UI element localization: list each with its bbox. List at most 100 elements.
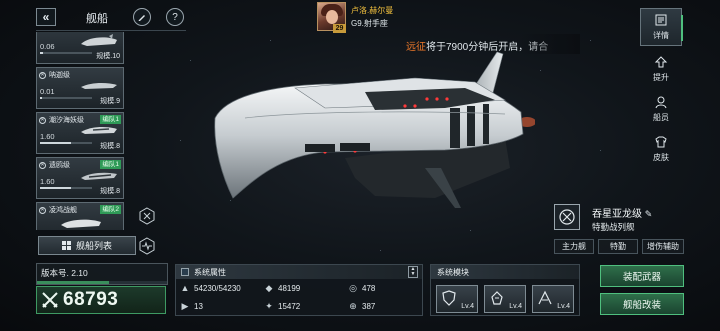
combat-power-value: 68793 xyxy=(63,289,119,310)
module-level: Lv.4 xyxy=(557,303,570,310)
grid-icon xyxy=(61,241,71,250)
notice-fade xyxy=(520,34,580,54)
commander-rank: G9.射手座 xyxy=(351,19,388,28)
ship-card-scale: 规模.8 xyxy=(100,188,120,195)
notice-highlight: 远征 xyxy=(406,42,426,53)
ship-card[interactable]: 0.06 规模.10 xyxy=(36,32,124,64)
ship-card[interactable]: ✕ 潮汐海妖级 编队1 1.60 规模.8 xyxy=(36,112,124,154)
ship-card-progress xyxy=(40,187,92,189)
page-title: 舰船 xyxy=(86,13,108,25)
version-progress xyxy=(37,281,167,284)
ship-card-value: 0.06 xyxy=(40,42,55,51)
back-button[interactable]: « xyxy=(36,8,56,26)
ship-type: 特勤战列舰 xyxy=(592,222,635,232)
attribute-value: 478 xyxy=(362,283,376,293)
attributes-sort-button[interactable]: ▲ ▼ xyxy=(408,266,418,278)
system-attributes-header: 系统属性 ▲ ▼ xyxy=(176,265,422,279)
ship-class-icon: ✕ xyxy=(39,116,46,124)
boost-module-icon xyxy=(538,290,552,305)
crew-icon xyxy=(655,96,667,109)
question-icon: ? xyxy=(172,11,178,23)
module-slot-3[interactable]: Lv.4 xyxy=(532,285,574,313)
attribute-target: ⊕ 387 xyxy=(348,301,375,311)
ship-class-icon: ✕ xyxy=(39,161,46,169)
version-panel: 版本号. 2.10 xyxy=(36,263,168,285)
ship-card-progress-fill xyxy=(40,97,42,99)
refit-button[interactable]: 舰船改装 xyxy=(600,293,684,315)
ship-list[interactable]: 0.06 规模.10 ✕ 呐迦级 0.01 规模.9 ✕ 潮汐海妖级 编队1 1.6… xyxy=(36,32,126,230)
attribute-firepower: ✦ 15472 xyxy=(264,301,300,311)
ship-card[interactable]: ✕ 遗鸥级 编队1 1.60 规模.8 xyxy=(36,157,124,199)
module-slot-2[interactable]: Lv.4 xyxy=(484,285,526,313)
crossed-swords-icon xyxy=(42,292,58,308)
equip-weapons-button[interactable]: 装配武器 xyxy=(600,265,684,287)
attribute-armor: ◆ 48199 xyxy=(264,282,301,293)
role-tag: 主力舰 xyxy=(554,239,594,254)
module-level: Lv.4 xyxy=(461,303,474,310)
tab-label: 皮肤 xyxy=(653,153,669,162)
fist-module-icon xyxy=(491,291,503,305)
attribute-value: 13 xyxy=(194,301,203,311)
ship-class-name-text: 吞星亚龙级 xyxy=(592,209,642,220)
ship-card-value: 1.60 xyxy=(40,177,55,186)
role-tag: 特勤 xyxy=(598,239,638,254)
ship-card-scale: 规模.8 xyxy=(100,143,120,150)
attribute-value: 387 xyxy=(362,301,376,311)
tab-label: 详情 xyxy=(653,31,669,40)
upgrade-icon xyxy=(654,56,668,68)
armor-icon: ◆ xyxy=(265,282,273,293)
combat-power-panel: 68793 xyxy=(36,286,166,314)
formation-toggle-button[interactable] xyxy=(137,206,157,226)
right-nav: 详情 提升 船员 皮肤 xyxy=(640,4,683,172)
help-button[interactable]: ? xyxy=(166,8,184,26)
system-modules-panel: 系统模块 Lv.4 Lv.4 Lv.4 xyxy=(430,264,580,316)
game-screen: « 舰船 ? 29 卢洛.赫尔曼 G9.射手座 远征将于7900分钟后开启，请合… xyxy=(0,0,720,331)
tab-label: 提升 xyxy=(653,73,669,82)
role-tag: 增伤辅助 xyxy=(642,239,684,254)
attribute-value: 15472 xyxy=(278,301,301,311)
system-modules-title: 系统模块 xyxy=(431,265,579,279)
system-attributes-title: 系统属性 xyxy=(194,267,226,277)
sort-down-icon: ▼ xyxy=(410,271,416,277)
version-progress-fill xyxy=(37,281,109,284)
shield-icon: ◎ xyxy=(349,282,357,293)
ship-card-progress xyxy=(40,142,92,144)
tab-label: 船员 xyxy=(653,113,669,122)
ship-thumbnail xyxy=(81,82,117,89)
ship-card-progress xyxy=(40,52,92,54)
module-slot-1[interactable]: Lv.4 xyxy=(436,285,478,313)
ship-card-scale: 规模.9 xyxy=(100,98,120,105)
ship-card[interactable]: ✕ 凌鸿战舰 编队2 xyxy=(36,202,124,230)
signal-button[interactable] xyxy=(137,236,157,256)
edit-button[interactable] xyxy=(133,8,151,26)
firepower-icon: ✦ xyxy=(265,300,273,311)
ship-thumbnail xyxy=(81,34,117,46)
ship-class-icon xyxy=(559,209,575,225)
tab-crew[interactable]: 船员 xyxy=(640,90,682,128)
ship-card[interactable]: ✕ 呐迦级 0.01 规模.9 xyxy=(36,67,124,109)
hexagon-target-icon xyxy=(139,207,155,225)
tab-skin[interactable]: 皮肤 xyxy=(640,130,682,168)
system-attributes-panel: 系统属性 ▲ ▼ ▲ 54230/54230 ◆ 48199 ◎ 478 ▶ 13 ✦ 15… xyxy=(175,264,423,316)
ship-card-name: 遗鸥级 xyxy=(49,162,70,169)
ship-card-name: 凌鸿战舰 xyxy=(49,207,77,214)
tab-upgrade[interactable]: 提升 xyxy=(640,50,682,88)
ship-card-progress-fill xyxy=(40,187,72,189)
ship-card-value: 1.60 xyxy=(40,132,55,141)
ship-thumbnail xyxy=(81,172,117,180)
attribute-value: 48199 xyxy=(278,283,301,293)
tab-details[interactable]: 详情 xyxy=(640,8,683,46)
attribute-speed: ▶ 13 xyxy=(180,301,203,311)
ship-thumbnail xyxy=(61,219,101,228)
target-icon: ⊕ xyxy=(349,300,357,311)
fleet-list-button[interactable]: 舰船列表 xyxy=(38,236,136,255)
ship-thumbnail xyxy=(81,127,117,134)
speed-icon: ▶ xyxy=(181,300,189,311)
pen-icon xyxy=(138,15,145,21)
ship-class-button[interactable] xyxy=(554,204,580,230)
rename-pen-icon[interactable]: ✎ xyxy=(645,209,653,219)
ship-card-value: 0.01 xyxy=(40,87,55,96)
module-level: Lv.4 xyxy=(509,303,522,310)
formation-tag: 编队2 xyxy=(100,205,121,214)
info-icon xyxy=(655,14,667,26)
